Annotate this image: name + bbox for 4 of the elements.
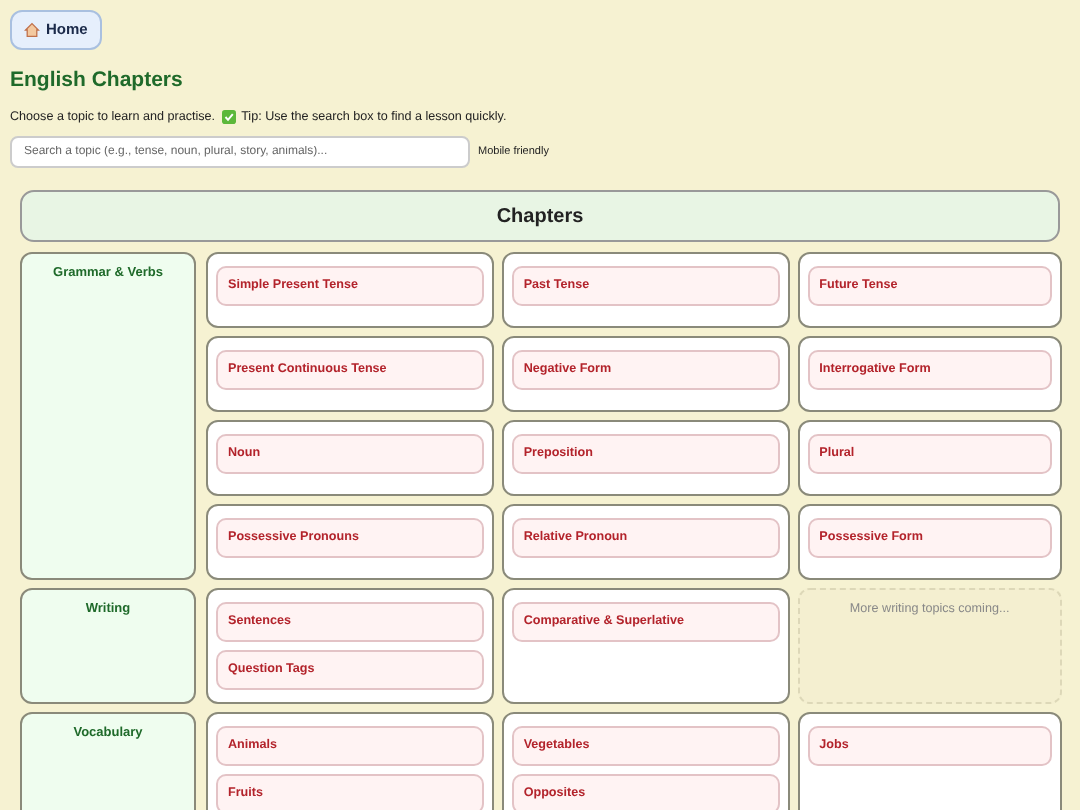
checkmark-icon	[221, 109, 236, 124]
chapters-header: Chapters	[20, 190, 1060, 243]
page-title: English Chapters	[10, 66, 185, 96]
house-icon	[24, 22, 40, 38]
